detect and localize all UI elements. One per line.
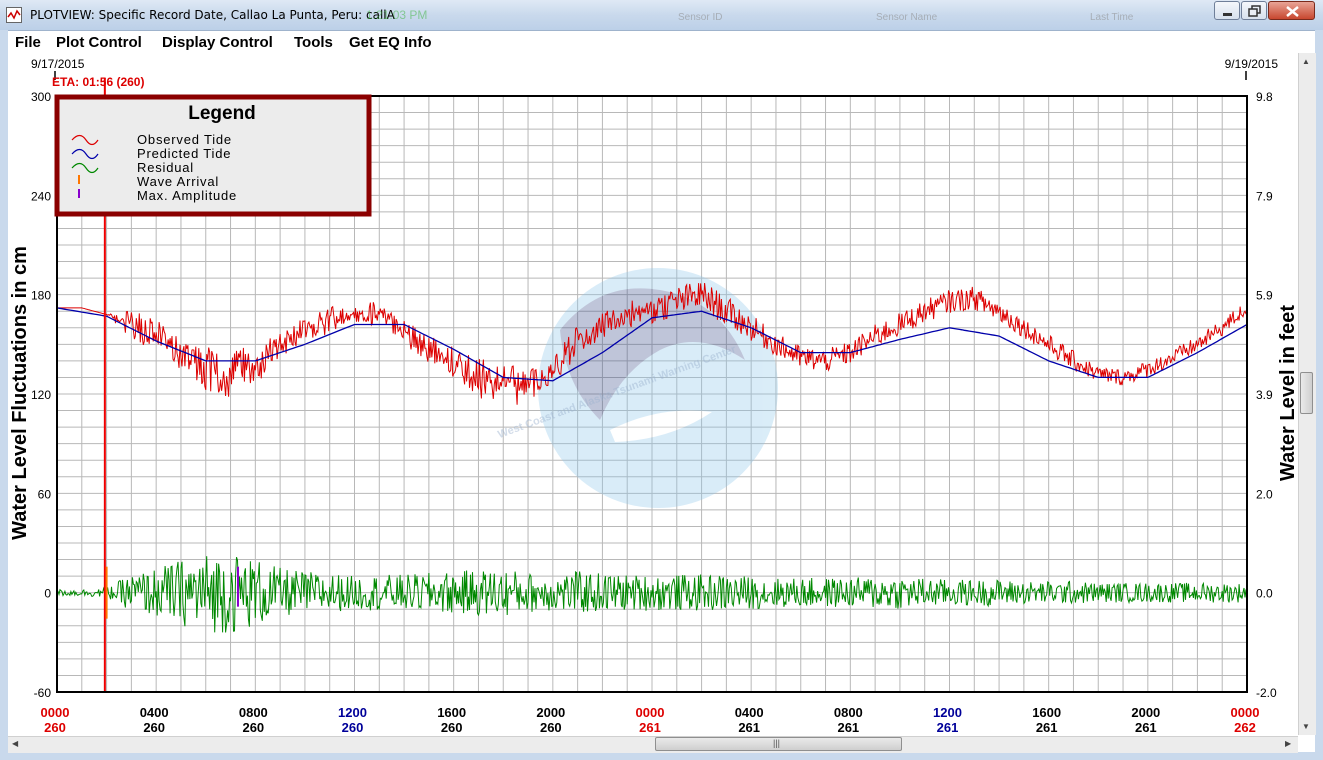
legend-item-label: Predicted Tide xyxy=(137,146,231,161)
y2-tick-label: 5.9 xyxy=(1256,289,1273,303)
x-tick-time-label: 0800 xyxy=(834,705,863,720)
x-tick-time-label: 1200 xyxy=(338,705,367,720)
x-tick-day-label: 260 xyxy=(342,720,364,735)
x-tick-day-label: 261 xyxy=(1036,720,1058,735)
x-tick-time-label: 2000 xyxy=(1131,705,1160,720)
y2-tick-label: 0.0 xyxy=(1256,587,1273,601)
legend-title: Legend xyxy=(188,103,256,124)
x-tick-time-label: 0000 xyxy=(636,705,665,720)
scroll-right-icon[interactable]: ▶ xyxy=(1285,739,1291,748)
x-tick-time-label: 0000 xyxy=(1231,705,1260,720)
legend-item-label: Residual xyxy=(137,160,194,175)
horizontal-scrollbar[interactable] xyxy=(8,736,1298,753)
start-date-label: 9/17/2015 xyxy=(31,57,85,71)
y-tick-label: 120 xyxy=(31,388,51,402)
x-tick-time-label: 1200 xyxy=(933,705,962,720)
x-tick-time-label: 1600 xyxy=(1032,705,1061,720)
y-axis-title: Water Level Fluctuations in cm xyxy=(9,246,31,540)
window-frame-right xyxy=(1315,30,1323,760)
legend: Legend Observed TidePredicted TideResidu… xyxy=(54,94,372,217)
x-tick-day-label: 261 xyxy=(738,720,760,735)
x-tick-time-label: 0400 xyxy=(140,705,169,720)
x-tick-time-label: 1600 xyxy=(437,705,466,720)
y-tick-label: 60 xyxy=(38,487,52,501)
legend-item-label: Observed Tide xyxy=(137,132,232,147)
tide-plot: West Coast and Alaska Tsunami Warning Ce… xyxy=(9,57,1298,735)
y2-tick-label: 3.9 xyxy=(1256,388,1273,402)
y-tick-label: -60 xyxy=(34,686,52,700)
eta-label: ETA: 01:56 (260) xyxy=(52,75,144,89)
scroll-grip-icon: ||| xyxy=(773,738,781,748)
x-tick-time-label: 2000 xyxy=(536,705,565,720)
scroll-up-icon[interactable]: ▲ xyxy=(1302,57,1310,66)
y2-tick-label: -2.0 xyxy=(1256,686,1277,700)
y-tick-label: 180 xyxy=(31,289,51,303)
vertical-scroll-thumb[interactable] xyxy=(1300,372,1313,414)
x-tick-day-label: 262 xyxy=(1234,720,1256,735)
legend-item-label: Max. Amplitude xyxy=(137,188,237,203)
y2-tick-label: 2.0 xyxy=(1256,487,1273,501)
y2-tick-label: 9.8 xyxy=(1256,90,1273,104)
x-tick-day-label: 261 xyxy=(1135,720,1157,735)
x-tick-day-label: 260 xyxy=(143,720,165,735)
legend-item-label: Wave Arrival xyxy=(137,174,219,189)
x-tick-day-label: 261 xyxy=(937,720,959,735)
y-tick-label: 300 xyxy=(31,90,51,104)
y2-tick-label: 7.9 xyxy=(1256,189,1273,203)
x-tick-day-label: 260 xyxy=(441,720,463,735)
x-tick-day-label: 260 xyxy=(242,720,264,735)
x-tick-time-label: 0400 xyxy=(735,705,764,720)
y-tick-label: 0 xyxy=(44,587,51,601)
window-frame-bottom xyxy=(0,752,1323,760)
x-tick-time-label: 0800 xyxy=(239,705,268,720)
scroll-down-icon[interactable]: ▼ xyxy=(1302,722,1310,731)
x-tick-day-label: 260 xyxy=(44,720,66,735)
y2-axis-title: Water Level in feet xyxy=(1277,305,1298,481)
scroll-left-icon[interactable]: ◀ xyxy=(12,739,18,748)
x-tick-day-label: 260 xyxy=(540,720,562,735)
end-date-label: 9/19/2015 xyxy=(1225,57,1279,71)
x-tick-day-label: 261 xyxy=(639,720,661,735)
x-tick-time-label: 0000 xyxy=(41,705,70,720)
y-tick-label: 240 xyxy=(31,189,51,203)
x-tick-day-label: 261 xyxy=(837,720,859,735)
